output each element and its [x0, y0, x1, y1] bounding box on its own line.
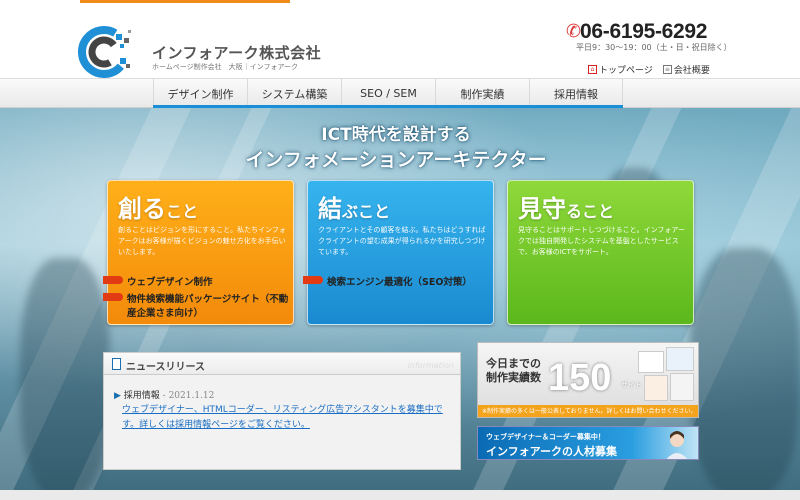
card-create[interactable]: 創ること 創ることはビジョンを形にすること。私たちインフォアークはお客様が描くビ… — [103, 180, 294, 325]
card-support-body: 見守ることはサポートしつづけること。インフォアークでは独自開発したシステムを基盤… — [518, 226, 685, 256]
card-link-seo[interactable]: 検索エンジン最適化（SEO対策） — [303, 274, 472, 288]
red-flag-icon — [103, 276, 123, 284]
card-create-body: 創ることはビジョンを形にすること。私たちインフォアークはお客様が描くビジョンの魅… — [118, 226, 286, 256]
news-item-title: 採用情報 — [123, 391, 160, 401]
recruit-banner-title: インフォアークの人材募集 — [486, 445, 618, 458]
red-flag-icon — [103, 293, 123, 301]
card-connect[interactable]: 結ぶこと クライアントとその顧客を結ぶ。私たちはどうすればクライアントの望む成果… — [303, 180, 494, 325]
works-label-2: 制作実績数 — [486, 371, 541, 384]
utility-links: ⌂ トップページ ≡ 会社概要 — [588, 63, 710, 76]
works-count: 150 — [548, 357, 612, 399]
company-name[interactable]: インフォアーク株式会社 — [152, 42, 321, 63]
works-footnote: ※制作実績の多くは一般公表しておりません。詳しくはお問い合わせください。 — [478, 405, 698, 417]
card-connect-title: 結ぶこと — [318, 195, 391, 223]
company-logo-icon[interactable] — [76, 20, 138, 82]
nav-item-works[interactable]: 制作実績 — [435, 79, 529, 108]
nav-item-seo[interactable]: SEO / SEM — [341, 79, 435, 108]
company-tagline: ホームページ制作会社 大阪｜インフォアーク — [152, 63, 299, 71]
nav-item-design[interactable]: デザイン制作 — [153, 79, 247, 108]
hero-headline-1: ICT時代を設計する — [321, 125, 471, 145]
business-hours: 平日9：30〜19：00（土・日・祝日除く） — [576, 43, 732, 52]
news-item-link[interactable]: ウェブデザイナー、HTMLコーダー、リスティング広告アシスタントを募集中です。詳… — [122, 403, 447, 433]
card-support[interactable]: 見守ること 見守ることはサポートしつづけること。インフォアークでは独自開発したシ… — [507, 180, 694, 325]
red-flag-icon — [303, 276, 323, 284]
site-header: インフォアーク株式会社 ホームページ制作会社 大阪｜インフォアーク ✆ 06-6… — [0, 0, 800, 78]
person-photo-icon — [666, 431, 688, 459]
arrow-bullet-icon: ▶ — [114, 391, 124, 401]
top-page-link[interactable]: ⌂ トップページ — [588, 63, 653, 76]
phone-block: ✆ 06-6195-6292 — [566, 20, 707, 44]
card-link-realestate-package[interactable]: 物件検索機能パッケージサイト（不動産企業さま向け） — [103, 291, 293, 319]
recruit-banner[interactable]: ウェブデザイナー＆コーダー募集中！ インフォアークの人材募集 — [477, 426, 699, 460]
news-header: ニュースリリース information — [104, 353, 460, 375]
phone-number: 06-6195-6292 — [580, 20, 708, 43]
home-icon: ⌂ — [588, 65, 597, 74]
card-link-web-design[interactable]: ウェブデザイン制作 — [103, 274, 213, 288]
document-icon: ≡ — [662, 65, 672, 74]
news-item-header: ▶ 採用情報 - 2021.1.12 — [114, 388, 214, 401]
phone-icon: ✆ — [566, 21, 582, 42]
news-title: ニュースリリース — [126, 362, 205, 373]
company-profile-label: 会社概要 — [673, 66, 710, 76]
recruit-banner-small: ウェブデザイナー＆コーダー募集中！ — [486, 433, 605, 441]
website-screenshots-image — [638, 347, 696, 403]
nav-item-recruit[interactable]: 採用情報 — [529, 79, 623, 108]
top-page-label: トップページ — [599, 66, 653, 76]
hero-headline-2: インフォメーションアーキテクター — [245, 149, 547, 171]
nav-item-system[interactable]: システム構築 — [247, 79, 341, 108]
company-profile-link[interactable]: ≡ 会社概要 — [662, 63, 710, 76]
card-support-title: 見守ること — [518, 195, 615, 223]
works-count-banner[interactable]: 今日までの 制作実績数 150 サイト ※制作実績の多くは一般公表しておりません… — [477, 342, 699, 418]
news-item-date: - 2021.1.12 — [159, 391, 215, 401]
footer-strip — [0, 490, 800, 500]
header-accent-line — [80, 0, 290, 3]
card-create-title: 創ること — [118, 195, 199, 223]
global-nav: デザイン制作 システム構築 SEO / SEM 制作実績 採用情報 — [0, 78, 800, 108]
document-icon — [112, 358, 121, 370]
card-connect-body: クライアントとその顧客を結ぶ。私たちはどうすればクライアントの望む成果が得られる… — [318, 226, 486, 256]
news-release-panel: ニュースリリース information ▶ 採用情報 - 2021.1.12 … — [103, 352, 461, 470]
news-watermark: information — [407, 361, 454, 370]
